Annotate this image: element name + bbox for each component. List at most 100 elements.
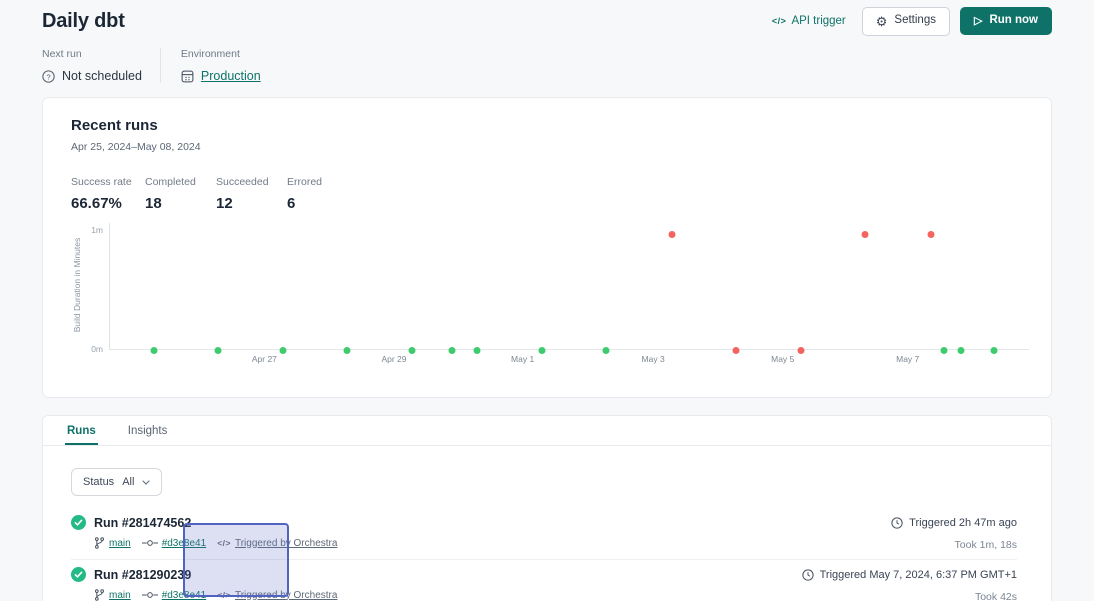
run-left: Run #281474562 main #d3e8e41 </> Triggered b… xyxy=(71,515,337,551)
y-tick-label: 0m xyxy=(79,344,103,354)
environment-block: Environment Production xyxy=(160,48,279,83)
commit-link[interactable]: #d3e8e41 xyxy=(162,590,207,601)
clock-icon xyxy=(891,517,903,529)
settings-button[interactable]: ⚙ Settings xyxy=(862,7,950,36)
run-dot-error[interactable] xyxy=(668,231,675,238)
branch-link[interactable]: main xyxy=(109,590,131,601)
chart-y-axis-label: Build Duration in Minutes xyxy=(72,225,82,345)
clock-icon xyxy=(802,569,814,581)
triggered-text: Triggered 2h 47m ago xyxy=(909,517,1017,529)
run-dot-success[interactable] xyxy=(941,347,948,354)
stat-value: 6 xyxy=(287,195,358,212)
code-icon: </> xyxy=(772,16,787,26)
run-dot-error[interactable] xyxy=(862,231,869,238)
header-actions: </> API trigger ⚙ Settings ▷ Run now xyxy=(772,7,1052,36)
commit-icon xyxy=(142,539,158,547)
triggered-by-link[interactable]: Triggered by Orchestra xyxy=(235,590,337,601)
run-dot-success[interactable] xyxy=(448,347,455,354)
run-title: Run #281290239 xyxy=(94,568,191,582)
took-text: Took 1m, 18s xyxy=(891,539,1017,551)
run-dot-success[interactable] xyxy=(215,347,222,354)
job-meta: Next run ? Not scheduled Environment Pro… xyxy=(42,48,279,83)
chart-plot: Apr 27Apr 29May 1May 3May 5May 7 xyxy=(109,223,1029,350)
gear-icon: ⚙ xyxy=(876,15,888,28)
run-dot-success[interactable] xyxy=(991,347,998,354)
database-icon xyxy=(181,70,194,83)
stat-succeeded: Succeeded 12 xyxy=(216,176,287,212)
code-icon: </> xyxy=(217,590,231,600)
y-tick-label: 1m xyxy=(79,225,103,235)
page-header: Daily dbt </> API trigger ⚙ Settings ▷ R… xyxy=(42,0,1052,42)
environment-label: Environment xyxy=(181,48,261,60)
job-page: Daily dbt </> API trigger ⚙ Settings ▷ R… xyxy=(0,0,1094,601)
run-dot-success[interactable] xyxy=(473,347,480,354)
run-now-label: Run now xyxy=(989,15,1038,27)
tab-runs[interactable]: Runs xyxy=(65,416,98,445)
stat-label: Success rate xyxy=(71,176,145,188)
run-dot-success[interactable] xyxy=(957,347,964,354)
run-dot-error[interactable] xyxy=(798,347,805,354)
stat-value: 18 xyxy=(145,195,216,212)
runs-card: Runs Insights Status All Run #281474562 ma… xyxy=(42,415,1052,601)
x-tick-label: May 7 xyxy=(896,354,919,364)
took-text: Took 42s xyxy=(802,591,1017,601)
triggered-by-link[interactable]: Triggered by Orchestra xyxy=(235,538,337,549)
success-check-icon xyxy=(71,515,86,530)
build-duration-chart: Build Duration in Minutes Apr 27Apr 29Ma… xyxy=(43,223,1051,375)
date-range: Apr 25, 2024–May 08, 2024 xyxy=(71,141,1023,153)
stat-errored: Errored 6 xyxy=(287,176,358,212)
page-title: Daily dbt xyxy=(42,10,125,33)
stat-success-rate: Success rate 66.67% xyxy=(71,176,145,212)
runs-list: Run #281474562 main #d3e8e41 </> Triggered b… xyxy=(71,508,1017,601)
environment-link[interactable]: Production xyxy=(201,69,261,83)
branch-link[interactable]: main xyxy=(109,538,131,549)
stat-label: Completed xyxy=(145,176,216,188)
success-check-icon xyxy=(71,567,86,582)
run-dot-success[interactable] xyxy=(538,347,545,354)
x-tick-label: Apr 27 xyxy=(252,354,277,364)
run-row[interactable]: Run #281474562 main #d3e8e41 </> Triggered b… xyxy=(71,508,1017,560)
stat-value: 66.67% xyxy=(71,195,145,212)
tab-bar: Runs Insights xyxy=(43,416,1051,446)
run-dot-success[interactable] xyxy=(151,347,158,354)
run-right: Triggered 2h 47m ago Took 1m, 18s xyxy=(891,515,1017,551)
recent-runs-card: Recent runs Apr 25, 2024–May 08, 2024 Su… xyxy=(42,97,1052,398)
run-dot-success[interactable] xyxy=(603,347,610,354)
recent-runs-title: Recent runs xyxy=(71,117,1023,134)
run-dot-error[interactable] xyxy=(927,231,934,238)
stats-row: Success rate 66.67%Completed 18Succeeded 12… xyxy=(71,176,1023,212)
run-dot-error[interactable] xyxy=(732,347,739,354)
run-now-button[interactable]: ▷ Run now xyxy=(960,7,1052,35)
code-icon: </> xyxy=(217,538,231,548)
stat-value: 12 xyxy=(216,195,287,212)
next-run-label: Next run xyxy=(42,48,142,60)
run-row[interactable]: Run #281290239 main #d3e8e41 </> Triggered b… xyxy=(71,560,1017,601)
run-right: Triggered May 7, 2024, 6:37 PM GMT+1Took… xyxy=(802,567,1017,601)
x-tick-label: May 3 xyxy=(642,354,665,364)
run-dot-success[interactable] xyxy=(279,347,286,354)
commit-link[interactable]: #d3e8e41 xyxy=(162,538,207,549)
next-run-block: Next run ? Not scheduled xyxy=(42,48,160,83)
tab-insights[interactable]: Insights xyxy=(126,416,170,445)
play-icon: ▷ xyxy=(974,16,982,27)
environment-value: Production xyxy=(181,69,261,83)
x-tick-label: Apr 29 xyxy=(381,354,406,364)
x-tick-label: May 1 xyxy=(511,354,534,364)
run-title: Run #281474562 xyxy=(94,516,191,530)
run-dot-success[interactable] xyxy=(344,347,351,354)
x-tick-label: May 5 xyxy=(771,354,794,364)
branch-icon xyxy=(94,537,105,549)
run-left: Run #281290239 main #d3e8e41 </> Triggered b… xyxy=(71,567,337,601)
api-trigger-label: API trigger xyxy=(791,15,845,27)
stat-label: Succeeded xyxy=(216,176,287,188)
api-trigger-link[interactable]: </> API trigger xyxy=(772,15,846,27)
status-filter-label: Status xyxy=(83,476,114,488)
run-dot-success[interactable] xyxy=(409,347,416,354)
stat-label: Errored xyxy=(287,176,358,188)
svg-text:?: ? xyxy=(46,72,50,81)
commit-icon xyxy=(142,591,158,599)
settings-label: Settings xyxy=(894,15,936,27)
question-circle-icon: ? xyxy=(42,70,55,83)
status-filter-dropdown[interactable]: Status All xyxy=(71,468,162,496)
stat-completed: Completed 18 xyxy=(145,176,216,212)
